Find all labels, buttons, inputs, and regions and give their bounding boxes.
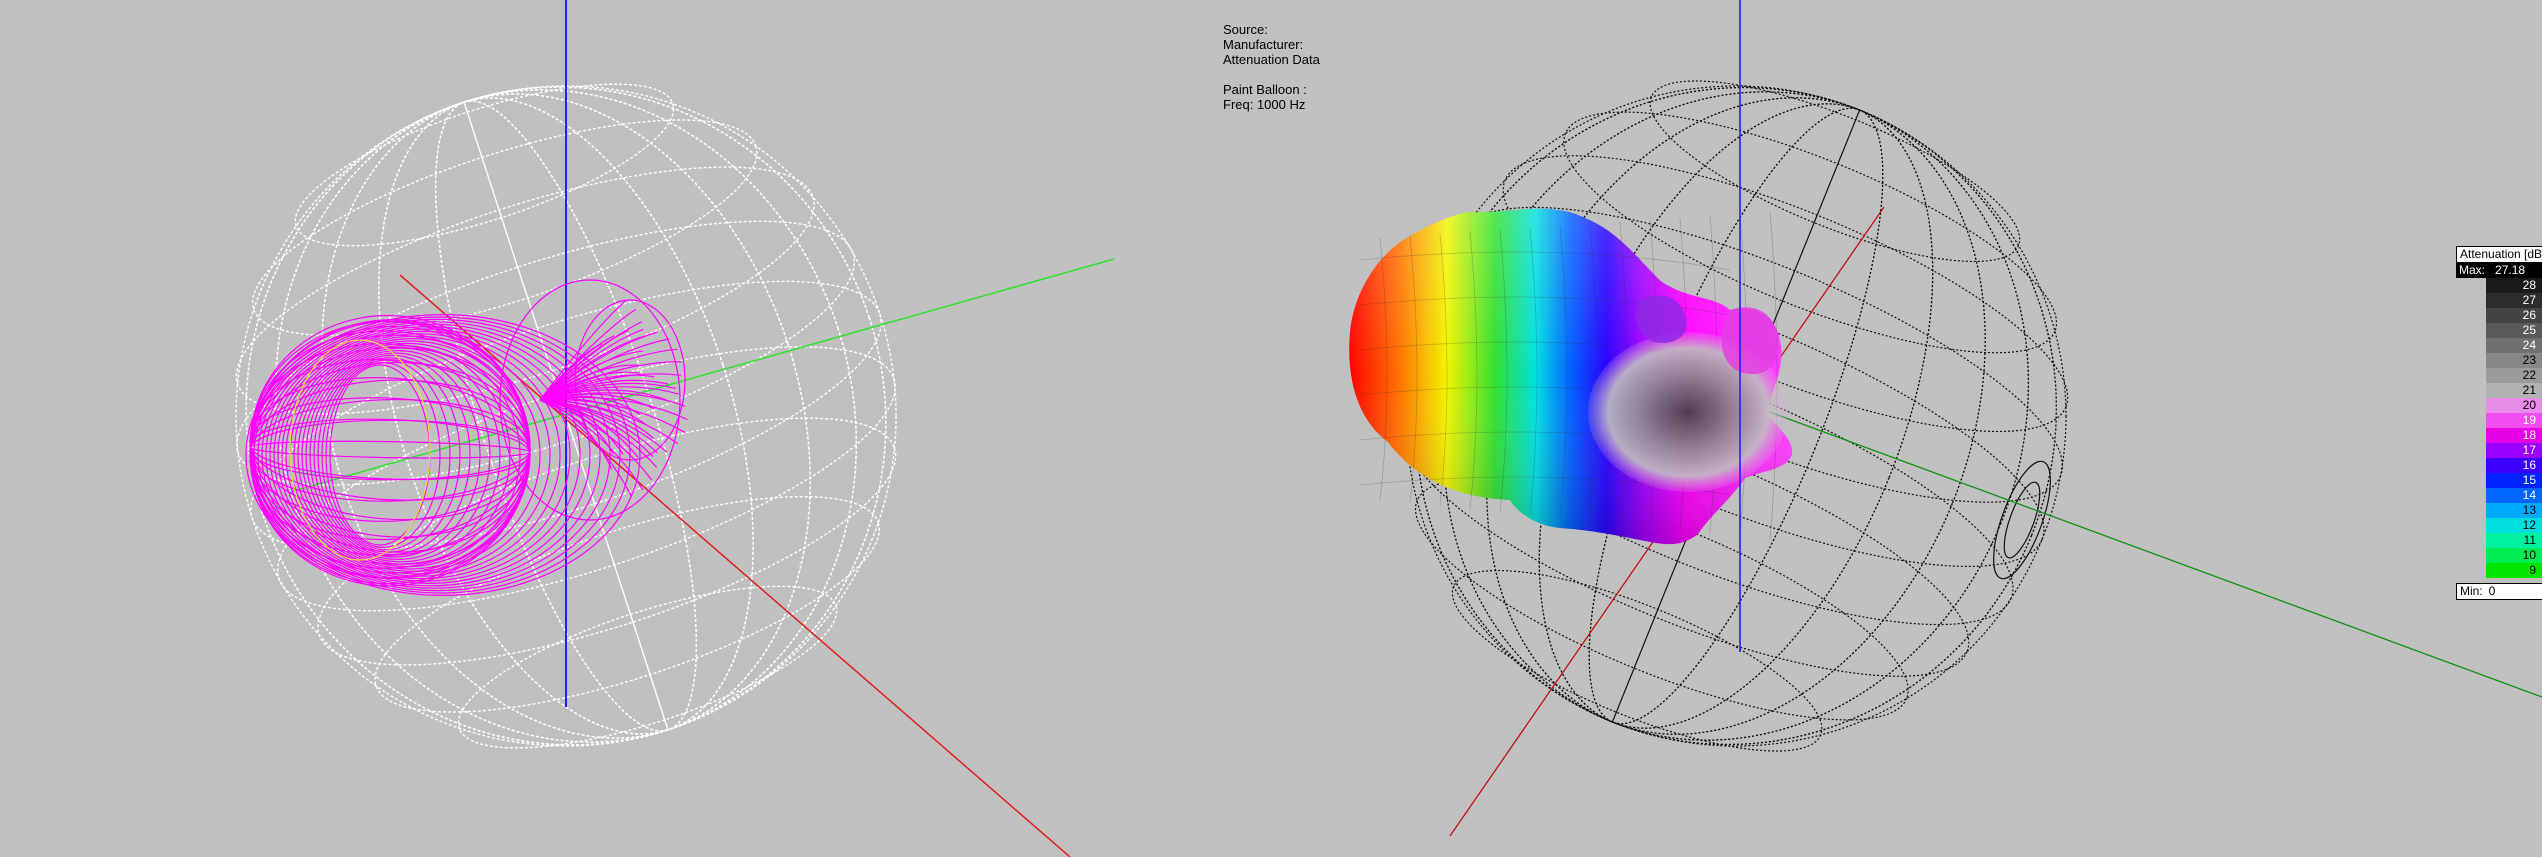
legend-level-row: 9 [2456, 563, 2542, 578]
legend-level-value: 27 [2522, 293, 2536, 307]
legend-level-value: 20 [2522, 398, 2536, 412]
legend-level-value: 18 [2522, 428, 2536, 442]
legend-level-value: 11 [2523, 533, 2536, 547]
legend-level-row: 12 [2456, 518, 2542, 533]
legend-level-row: 20 [2456, 398, 2542, 413]
balloon-wire-lobe [499, 279, 681, 521]
legend-level-row: 14 [2456, 488, 2542, 503]
pole-ring [2003, 481, 2041, 559]
legend-level-row: 16 [2456, 458, 2542, 473]
legend-level-row: 18 [2456, 428, 2542, 443]
balloon-wire-meridian [249, 398, 531, 502]
wireframe-canvas[interactable] [0, 0, 1210, 857]
legend-level-value: 19 [2522, 413, 2536, 427]
legend-level-row: 11 [2456, 533, 2542, 548]
legend-level-value: 21 [2522, 383, 2536, 397]
legend-level-value: 23 [2522, 353, 2536, 367]
legend-max-value: 27.18 [2495, 263, 2526, 277]
legend-levels: 28 27 26 25 24 23 22 21 20 19 18 17 16 15 14 13 12 11 10 9 [2456, 278, 2542, 578]
legend-level-value: 10 [2522, 548, 2536, 562]
legend-level-value: 15 [2522, 473, 2536, 487]
legend-level-row: 17 [2456, 443, 2542, 458]
legend-level-row: 28 [2456, 278, 2542, 293]
legend-level-row: 10 [2456, 548, 2542, 563]
legend-level-row: 24 [2456, 338, 2542, 353]
legend-level-value: 26 [2522, 308, 2536, 322]
legend-level-row: 13 [2456, 503, 2542, 518]
balloon-wireframe [245, 279, 688, 596]
z-axis-green [289, 258, 1115, 493]
legend-min-value: 0 [2488, 584, 2496, 598]
legend-level-value: 9 [2529, 563, 2536, 577]
attenuation-legend: Attenuation [dB] Max: 27.18 28 27 26 25 24 23 2… [2456, 246, 2542, 600]
balloon-wire-ring [313, 354, 471, 556]
legend-title: Attenuation [dB] [2456, 246, 2542, 263]
legend-level-row: 21 [2456, 383, 2542, 398]
surface-view[interactable] [1210, 0, 2542, 857]
legend-level-value: 16 [2522, 458, 2536, 472]
surface-canvas[interactable] [1210, 0, 2542, 857]
legend-level-row: 25 [2456, 323, 2542, 338]
legend-level-value: 17 [2522, 443, 2536, 457]
z-axis-green [1709, 389, 2542, 698]
wireframe-view[interactable] [0, 0, 1210, 857]
legend-level-value: 24 [2522, 338, 2536, 352]
legend-level-value: 12 [2522, 518, 2536, 532]
pole-ring [1993, 460, 2051, 580]
legend-level-row: 23 [2456, 353, 2542, 368]
legend-max-label: Max: [2459, 263, 2486, 277]
legend-max-row: Max: 27.18 [2456, 263, 2542, 278]
legend-level-row: 19 [2456, 413, 2542, 428]
legend-level-row: 15 [2456, 473, 2542, 488]
legend-level-value: 28 [2522, 278, 2536, 292]
legend-level-row: 26 [2456, 308, 2542, 323]
legend-level-row: 27 [2456, 293, 2542, 308]
legend-level-row: 22 [2456, 368, 2542, 383]
legend-level-value: 22 [2522, 368, 2536, 382]
legend-level-value: 25 [2522, 323, 2536, 337]
magenta-lobe [1721, 307, 1779, 375]
legend-min-row: Min: 0 [2456, 583, 2542, 600]
legend-min-label: Min: [2460, 584, 2483, 598]
legend-level-value: 14 [2522, 488, 2536, 502]
legend-level-value: 13 [2522, 503, 2536, 517]
